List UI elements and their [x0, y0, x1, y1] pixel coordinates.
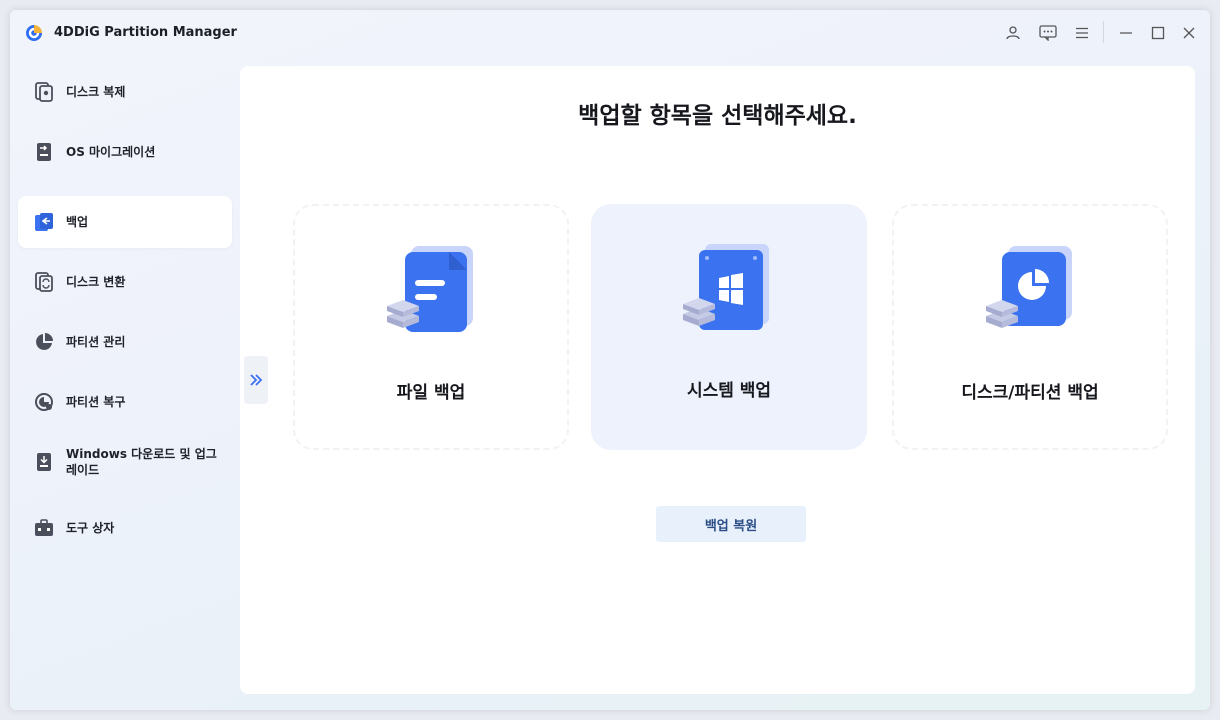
close-icon[interactable]	[1178, 22, 1200, 44]
partition-recover-icon	[35, 393, 53, 411]
sidebar-item-partition-recover[interactable]: 파티션 복구	[18, 376, 232, 428]
system-backup-card[interactable]: 시스템 백업	[591, 204, 867, 450]
sidebar-item-partition-manage[interactable]: 파티션 관리	[18, 316, 232, 368]
app-title: 4DDiG Partition Manager	[54, 25, 237, 40]
sidebar-item-label: Windows 다운로드 및 업그레이드	[66, 447, 217, 477]
sidebar-item-label: 파티션 복구	[66, 395, 126, 409]
restore-backup-button[interactable]: 백업 복원	[656, 506, 806, 542]
menu-icon[interactable]	[1071, 22, 1093, 44]
backup-icon	[35, 213, 53, 231]
sidebar-item-os-migration[interactable]: OS 마이그레이션	[18, 126, 232, 178]
card-label: 디스크/파티션 백업	[961, 383, 1099, 403]
sidebar-item-label: 파티션 관리	[66, 335, 126, 349]
maximize-icon[interactable]	[1147, 22, 1169, 44]
system-backup-icon	[683, 244, 769, 330]
sidebar-item-disk-convert[interactable]: 디스크 변환	[18, 256, 232, 308]
card-label: 파일 백업	[396, 383, 466, 403]
double-chevron-right-icon	[250, 374, 263, 386]
minimize-icon[interactable]	[1115, 22, 1137, 44]
card-label: 시스템 백업	[686, 381, 772, 401]
title-bar: 4DDiG Partition Manager	[10, 10, 1210, 56]
sidebar-item-backup[interactable]: 백업	[18, 196, 232, 248]
sidebar-item-windows-download[interactable]: Windows 다운로드 및 업그레이드	[18, 436, 232, 488]
sidebar-item-label: 디스크 복제	[66, 85, 126, 99]
sidebar-item-label: 도구 상자	[66, 521, 115, 535]
titlebar-divider	[1103, 21, 1104, 43]
sidebar-item-label: 백업	[66, 215, 89, 229]
partition-manage-icon	[36, 333, 53, 350]
file-backup-icon	[387, 246, 473, 332]
sidebar-item-label: OS 마이그레이션	[66, 145, 156, 159]
toolbox-icon	[35, 519, 53, 536]
collapse-sidebar-button[interactable]	[244, 356, 268, 404]
sidebar-item-disk-clone[interactable]: 디스크 복제	[18, 66, 232, 118]
file-backup-card[interactable]: 파일 백업	[293, 204, 569, 450]
disk-clone-icon	[35, 82, 53, 102]
app-logo-icon	[26, 25, 42, 41]
main-panel: 백업할 항목을 선택해주세요. 파일 백업 시스템 백업 디스크/파티션 백업 …	[240, 66, 1195, 694]
user-icon[interactable]	[1002, 22, 1024, 44]
disk-partition-backup-card[interactable]: 디스크/파티션 백업	[892, 204, 1168, 450]
page-title: 백업할 항목을 선택해주세요.	[578, 103, 857, 129]
disk-partition-backup-icon	[986, 246, 1072, 328]
windows-download-icon	[37, 453, 51, 471]
disk-convert-icon	[35, 272, 53, 292]
os-migration-icon	[37, 143, 51, 161]
sidebar-item-toolbox[interactable]: 도구 상자	[18, 502, 232, 554]
sidebar-item-label: 디스크 변환	[66, 275, 126, 289]
feedback-icon[interactable]	[1037, 22, 1059, 44]
app-window: 4DDiG Partition Manager 디스크 복제 OS 마이그레이션	[10, 10, 1210, 710]
